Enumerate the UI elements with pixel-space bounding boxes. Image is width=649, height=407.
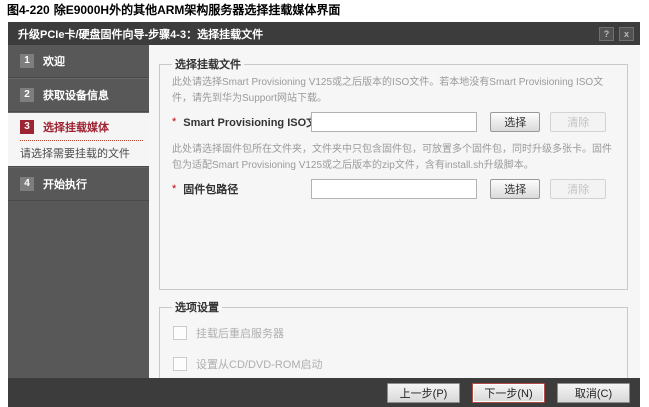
cancel-button[interactable]: 取消(C) [557,383,630,403]
required-marker: * [172,183,176,195]
spacer [170,209,617,283]
firmware-path-row: * 固件包路径 选择 清除 [170,179,617,199]
step-label: 欢迎 [43,53,65,69]
dialog-footer: 上一步(P) 下一步(N) 取消(C) [8,378,640,407]
step-item-select-media-active: 3 选择挂载媒体 请选择需要挂载的文件 [8,112,149,167]
step-number-badge: 2 [20,88,34,102]
iso-file-label: Smart Provisioning ISO文件 [183,114,311,130]
wizard-steps-sidebar: 1 欢迎 2 获取设备信息 3 选择挂载媒体 请选择需要挂载的文件 4 开始执行 [8,45,149,378]
next-step-button[interactable]: 下一步(N) [472,383,545,403]
firmware-package-hint: 此处请选择固件包所在文件夹，文件夹中只包含固件包，可放置多个固件包，同时升级多张… [172,142,617,173]
select-mount-file-group: 选择挂载文件 此处请选择Smart Provisioning V125或之后版本… [159,56,628,290]
dialog-body: 1 欢迎 2 获取设备信息 3 选择挂载媒体 请选择需要挂载的文件 4 开始执行 [8,45,640,378]
firmware-clear-button: 清除 [550,179,606,199]
option-settings-group: 选项设置 挂载后重启服务器 设置从CD/DVD-ROM启动 任务完成后重启服务器… [159,299,628,378]
help-icon[interactable]: ? [599,27,614,41]
step-item-execute: 4 开始执行 [8,167,149,201]
option-restart-after-mount: 挂载后重启服务器 [173,325,617,341]
checkbox-label: 设置从CD/DVD-ROM启动 [196,356,323,372]
step-head: 3 选择挂载媒体 [20,119,143,135]
option-settings-legend: 选项设置 [172,299,222,315]
step-number-badge: 3 [20,120,34,134]
step-number-badge: 4 [20,177,34,191]
figure-caption: 图4-220 除E9000H外的其他ARM架构服务器选择挂载媒体界面 [7,1,340,18]
active-step-description: 请选择需要挂载的文件 [20,145,143,161]
dialog-title: 升级PCIe卡/硬盘固件向导-步骤4-3：选择挂载文件 [18,26,594,42]
previous-step-button[interactable]: 上一步(P) [387,383,460,403]
active-step-divider [20,140,143,141]
iso-file-row: * Smart Provisioning ISO文件 选择 清除 [170,112,617,132]
step-number-badge: 1 [20,54,34,68]
dialog-titlebar: 升级PCIe卡/硬盘固件向导-步骤4-3：选择挂载文件 ? x [8,22,640,45]
step-label: 获取设备信息 [43,87,109,103]
checkbox-label: 挂载后重启服务器 [196,325,284,341]
iso-file-input[interactable] [311,112,477,132]
firmware-path-input[interactable] [311,179,477,199]
firmware-select-button[interactable]: 选择 [490,179,540,199]
step-label: 开始执行 [43,176,87,192]
close-icon[interactable]: x [619,27,634,41]
sidebar-filler [8,201,149,378]
select-mount-file-legend: 选择挂载文件 [172,56,244,72]
iso-select-button[interactable]: 选择 [490,112,540,132]
upgrade-wizard-dialog: 升级PCIe卡/硬盘固件向导-步骤4-3：选择挂载文件 ? x 1 欢迎 2 获… [8,22,640,407]
iso-file-hint: 此处请选择Smart Provisioning V125或之后版本的ISO文件。… [172,75,617,106]
step-item-device-info: 2 获取设备信息 [8,78,149,112]
firmware-path-label: 固件包路径 [183,181,311,197]
required-marker: * [172,116,176,128]
step-item-welcome: 1 欢迎 [8,45,149,78]
checkbox-icon [173,357,187,371]
step-label: 选择挂载媒体 [43,119,109,135]
figure-caption-text: 除E9000H外的其他ARM架构服务器选择挂载媒体界面 [54,3,341,17]
option-boot-from-cddvd: 设置从CD/DVD-ROM启动 [173,356,617,372]
figure-number: 图4-220 [7,3,50,17]
iso-clear-button: 清除 [550,112,606,132]
checkbox-icon [173,326,187,340]
wizard-content-panel: 选择挂载文件 此处请选择Smart Provisioning V125或之后版本… [149,45,640,378]
